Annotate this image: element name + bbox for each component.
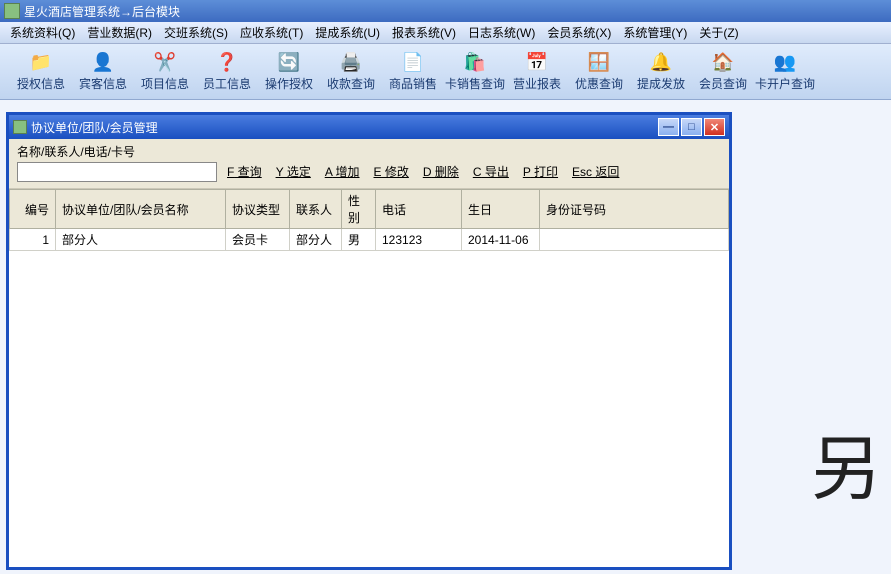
search-input[interactable] — [17, 162, 217, 182]
child-title: 协议单位/团队/会员管理 — [31, 119, 158, 136]
card-sale-icon: 🛍️ — [463, 51, 487, 73]
project-info-icon: ✂️ — [153, 51, 177, 73]
data-grid[interactable]: 编号协议单位/团队/会员名称协议类型联系人性别电话生日身份证号码 1部分人会员卡… — [9, 189, 729, 567]
maximize-button[interactable]: □ — [681, 118, 702, 136]
menu-item-9[interactable]: 关于(Z) — [695, 22, 742, 43]
menu-item-0[interactable]: 系统资料(Q) — [6, 22, 79, 43]
action-导出[interactable]: C 导出 — [473, 163, 509, 180]
cell — [540, 229, 729, 251]
collect-query-button[interactable]: 🖨️ 收款查询 — [320, 47, 382, 97]
menu-item-7[interactable]: 会员系统(X) — [543, 22, 615, 43]
member-q-button[interactable]: 🏠 会员查询 — [692, 47, 754, 97]
menu-item-2[interactable]: 交班系统(S) — [160, 22, 232, 43]
card-sale-label: 卡销售查询 — [445, 75, 505, 92]
cell: 部分人 — [56, 229, 226, 251]
menu-item-4[interactable]: 提成系统(U) — [311, 22, 384, 43]
discount-q-label: 优惠查询 — [575, 75, 623, 92]
discount-q-icon: 🪟 — [587, 51, 611, 73]
discount-q-button[interactable]: 🪟 优惠查询 — [568, 47, 630, 97]
cell: 123123 — [376, 229, 462, 251]
cell: 男 — [342, 229, 376, 251]
menu-item-1[interactable]: 营业数据(R) — [83, 22, 156, 43]
main-title: 星火酒店管理系统→后台模块 — [24, 3, 180, 20]
op-auth-button[interactable]: 🔄 操作授权 — [258, 47, 320, 97]
member-q-icon: 🏠 — [711, 51, 735, 73]
menu-item-5[interactable]: 报表系统(V) — [388, 22, 460, 43]
search-label: 名称/联系人/电话/卡号 — [17, 143, 217, 160]
bg-decoration: 另 — [811, 413, 881, 514]
bonus-grant-button[interactable]: 🔔 提成发放 — [630, 47, 692, 97]
menu-item-8[interactable]: 系统管理(Y) — [619, 22, 691, 43]
action-打印[interactable]: P 打印 — [523, 163, 558, 180]
data-table: 编号协议单位/团队/会员名称协议类型联系人性别电话生日身份证号码 1部分人会员卡… — [9, 189, 729, 251]
menu-item-3[interactable]: 应收系统(T) — [236, 22, 307, 43]
auth-info-button[interactable]: 📁 授权信息 — [10, 47, 72, 97]
action-links: F 查询 Y 选定 A 增加 E 修改 D 删除 C 导出 P 打印 Esc 返回 — [227, 163, 619, 182]
action-修改[interactable]: E 修改 — [374, 163, 409, 180]
main-titlebar: 星火酒店管理系统→后台模块 — [0, 0, 891, 22]
staff-info-icon: ❓ — [215, 51, 239, 73]
column-header[interactable]: 编号 — [10, 190, 56, 229]
auth-info-icon: 📁 — [29, 51, 53, 73]
guest-info-icon: 👤 — [91, 51, 115, 73]
bonus-grant-icon: 🔔 — [649, 51, 673, 73]
close-button[interactable]: ✕ — [704, 118, 725, 136]
goods-sale-label: 商品销售 — [389, 75, 437, 92]
guest-info-button[interactable]: 👤 宾客信息 — [72, 47, 134, 97]
staff-info-button[interactable]: ❓ 员工信息 — [196, 47, 258, 97]
bonus-grant-label: 提成发放 — [637, 75, 685, 92]
minimize-button[interactable]: — — [658, 118, 679, 136]
filter-row: 名称/联系人/电话/卡号 F 查询 Y 选定 A 增加 E 修改 D 删除 C 导出 P 打… — [9, 139, 729, 189]
column-header[interactable]: 联系人 — [290, 190, 342, 229]
collect-query-icon: 🖨️ — [339, 51, 363, 73]
guest-info-label: 宾客信息 — [79, 75, 127, 92]
op-auth-icon: 🔄 — [277, 51, 301, 73]
column-header[interactable]: 电话 — [376, 190, 462, 229]
child-titlebar: 协议单位/团队/会员管理 — □ ✕ — [9, 115, 729, 139]
action-返回[interactable]: Esc 返回 — [572, 163, 619, 180]
card-sale-button[interactable]: 🛍️ 卡销售查询 — [444, 47, 506, 97]
staff-info-label: 员工信息 — [203, 75, 251, 92]
table-row[interactable]: 1部分人会员卡部分人男1231232014-11-06 — [10, 229, 729, 251]
cell: 部分人 — [290, 229, 342, 251]
action-选定[interactable]: Y 选定 — [276, 163, 311, 180]
action-删除[interactable]: D 删除 — [423, 163, 459, 180]
cell: 2014-11-06 — [462, 229, 540, 251]
child-app-icon — [13, 120, 27, 134]
action-增加[interactable]: A 增加 — [325, 163, 360, 180]
member-q-label: 会员查询 — [699, 75, 747, 92]
biz-report-icon: 📅 — [525, 51, 549, 73]
card-open-icon: 👥 — [773, 51, 797, 73]
app-icon — [4, 3, 20, 19]
action-查询[interactable]: F 查询 — [227, 163, 262, 180]
card-open-button[interactable]: 👥 卡开户查询 — [754, 47, 816, 97]
column-header[interactable]: 生日 — [462, 190, 540, 229]
menu-item-6[interactable]: 日志系统(W) — [464, 22, 539, 43]
column-header[interactable]: 协议单位/团队/会员名称 — [56, 190, 226, 229]
toolbar: 📁 授权信息 👤 宾客信息 ✂️ 项目信息 ❓ 员工信息 🔄 操作授权 🖨️ 收款查询 📄 商品销售 🛍️ 卡… — [0, 44, 891, 100]
project-info-button[interactable]: ✂️ 项目信息 — [134, 47, 196, 97]
collect-query-label: 收款查询 — [327, 75, 375, 92]
cell: 会员卡 — [226, 229, 290, 251]
biz-report-label: 营业报表 — [513, 75, 561, 92]
card-open-label: 卡开户查询 — [755, 75, 815, 92]
menu-bar: 系统资料(Q)营业数据(R)交班系统(S)应收系统(T)提成系统(U)报表系统(… — [0, 22, 891, 44]
goods-sale-icon: 📄 — [401, 51, 425, 73]
column-header[interactable]: 协议类型 — [226, 190, 290, 229]
cell: 1 — [10, 229, 56, 251]
column-header[interactable]: 性别 — [342, 190, 376, 229]
biz-report-button[interactable]: 📅 营业报表 — [506, 47, 568, 97]
column-header[interactable]: 身份证号码 — [540, 190, 729, 229]
goods-sale-button[interactable]: 📄 商品销售 — [382, 47, 444, 97]
auth-info-label: 授权信息 — [17, 75, 65, 92]
op-auth-label: 操作授权 — [265, 75, 313, 92]
project-info-label: 项目信息 — [141, 75, 189, 92]
child-window: 协议单位/团队/会员管理 — □ ✕ 名称/联系人/电话/卡号 F 查询 Y 选定… — [6, 112, 732, 570]
